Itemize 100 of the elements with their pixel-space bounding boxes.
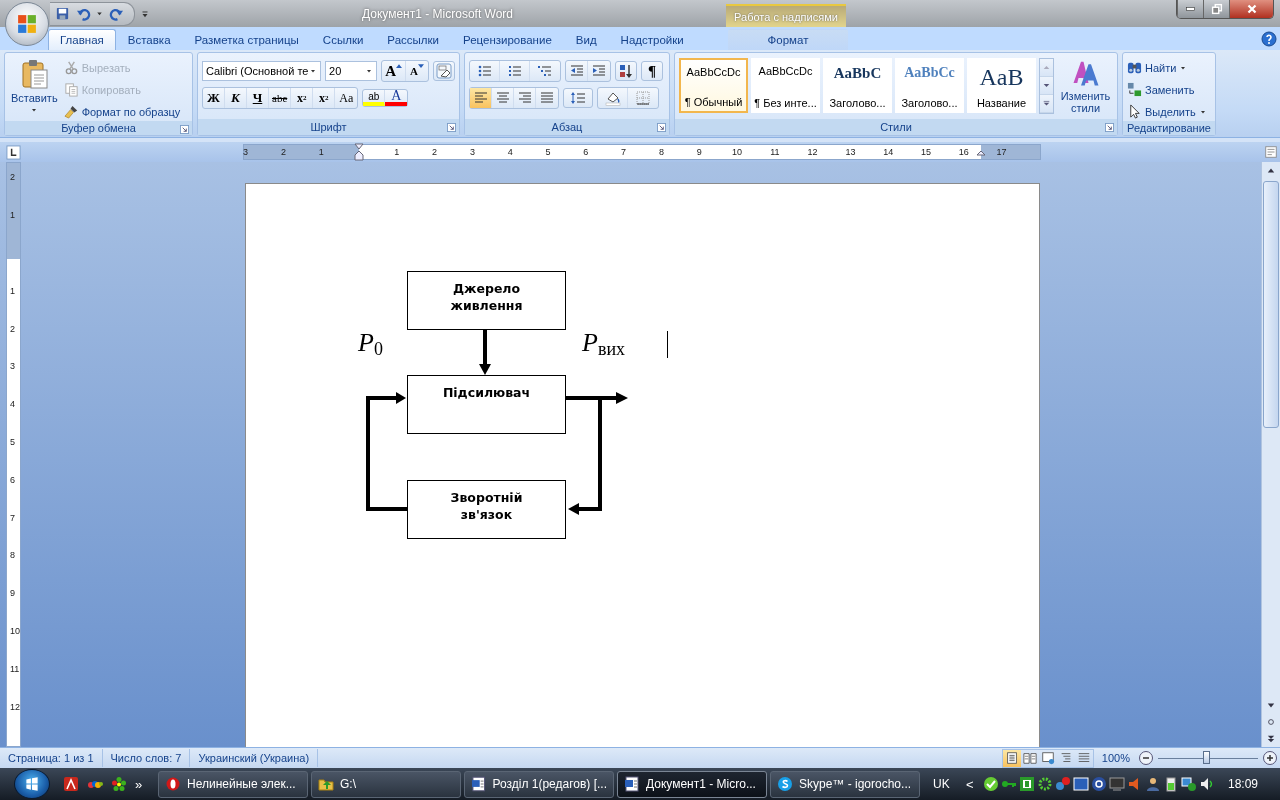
change-styles-button[interactable]: Изменить стили [1058,56,1113,119]
style-item[interactable]: AaB Название [967,58,1036,113]
close-button[interactable] [1229,0,1273,18]
font-name-field[interactable]: Calibri (Основной те [202,61,322,81]
status-item[interactable]: Украинский (Украина) [190,749,319,767]
diagram-block[interactable]: Зворотній зв'язок [407,480,566,539]
caret-icon [365,67,374,75]
highlight-button[interactable]: ab [363,90,386,106]
copy-icon [63,82,79,97]
brush-icon [63,104,79,119]
indent-marker-icon[interactable] [354,143,364,161]
language-indicator[interactable]: UK [933,777,963,791]
ribbon-tab[interactable]: Ссылки [310,29,376,50]
check-icon[interactable] [983,776,999,792]
network-icon[interactable] [1181,776,1197,792]
dialog-launcher-icon[interactable] [180,125,189,134]
taskbar-button[interactable]: G:\ [311,770,461,798]
help-button[interactable] [1261,30,1277,47]
diagram-block[interactable]: Джерело живлення [407,271,566,330]
flower-icon[interactable] [111,776,127,792]
status-item[interactable]: Страница: 1 из 1 [0,749,103,767]
dialog-launcher-icon[interactable] [657,123,666,132]
ribbon-tab[interactable]: Рассылки [375,29,451,50]
style-item[interactable]: AaBbCc Заголово... [895,58,964,113]
down-arrow-icon[interactable] [1267,700,1275,709]
ruler-number: 3 [10,361,15,372]
more-styles-button[interactable] [1040,95,1053,113]
start-button[interactable] [14,769,50,799]
font-style-button[interactable]: Ч [247,88,269,108]
vertical-scrollbar[interactable] [1261,162,1280,747]
tab-selector-button[interactable] [6,144,21,160]
diagram-block[interactable]: Підсилювач [407,375,566,434]
font-style-button[interactable]: К [225,88,247,108]
style-item[interactable]: AaBbC Заголово... [823,58,892,113]
paste-button[interactable]: Вставить [9,56,60,121]
up-arrow-icon[interactable] [1267,166,1275,175]
font-style-button[interactable]: Ж [203,88,225,108]
font-style-button[interactable]: Aa [335,88,358,108]
show-marks-button[interactable]: ¶ [641,61,663,81]
eraser-icon [436,63,452,79]
volume-icon[interactable] [1199,776,1215,792]
ruler-number: 7 [10,512,15,523]
undo-icon [75,6,91,21]
dialog-launcher-icon[interactable] [1105,123,1114,132]
clipboard-button[interactable]: Формат по образцу [63,102,181,121]
restore-button[interactable] [1203,0,1229,18]
align-button[interactable] [470,88,492,108]
ribbon-tab[interactable]: Разметка страницы [182,29,311,50]
ruler-number: 2 [280,147,286,157]
pdf-icon[interactable] [63,776,79,792]
zoom-level[interactable]: 100% [1097,752,1134,764]
page-view-icon [1004,751,1019,765]
ribbon-tab[interactable]: Надстройки [608,29,696,50]
style-item[interactable]: AaBbCcDc ¶ Без инте... [751,58,820,113]
dialog-launcher-icon[interactable] [447,123,456,132]
editing-button[interactable]: Выделить [1127,102,1207,121]
font-style-button[interactable]: abe [269,88,292,108]
scroll-down-button[interactable] [1040,77,1053,95]
ribbon-tab[interactable]: Вид [563,29,609,50]
view-ruler-button[interactable] [1264,145,1278,159]
ruler-number: 6 [583,147,589,157]
taskbar-button[interactable]: Розділ 1(редагов) [... [464,770,614,798]
overflow-button[interactable]: » [135,776,143,792]
taskbar-button[interactable]: Skype™ - igorocho... [770,770,920,798]
shrink-font-button[interactable]: A [406,61,428,81]
minimize-button[interactable] [1177,0,1203,18]
zoom-in-icon[interactable] [1262,750,1278,766]
font-size-field[interactable]: 20 [325,61,378,81]
editing-button[interactable]: Найти [1127,58,1207,77]
view-button[interactable] [1002,749,1021,767]
arrow [566,392,628,404]
bullet-list-icon [476,63,493,79]
document-icon [471,776,487,792]
line-spacing-button[interactable] [563,88,593,108]
clock[interactable]: 18:09 [1228,777,1259,791]
clear-format-button[interactable] [433,61,455,81]
ribbon-tab[interactable]: Рецензирование [451,29,564,50]
browse-object-icon[interactable] [1267,717,1275,726]
ruler-number: 8 [10,550,15,561]
grow-font-button[interactable]: A [382,61,406,81]
zoom-slider[interactable] [1158,750,1258,766]
taskbar-button[interactable]: Документ1 - Micro... [617,770,767,798]
editing-button[interactable]: Заменить [1127,80,1207,99]
context-tab[interactable]: Формат [728,29,848,50]
font-style-button[interactable]: x$^{2}$ [313,88,336,108]
font-color-button[interactable]: A [385,90,408,106]
office-button[interactable] [5,2,49,46]
user-icon[interactable] [1145,776,1161,792]
style-item[interactable]: AaBbCcDc ¶ Обычный [679,58,748,113]
show-hidden-icons-button[interactable]: < [966,776,980,792]
ribbon-tab[interactable]: Главная [48,29,116,50]
status-item[interactable]: Число слов: 7 [102,749,191,767]
formula-label: P$_{0}$ [358,328,383,360]
next-page-icon[interactable] [1267,734,1275,743]
zoom-out-icon[interactable] [1138,750,1154,766]
power-icon[interactable] [1163,776,1179,792]
taskbar-button[interactable]: Нелинейные элек... [158,770,308,798]
ribbon-tab[interactable]: Вставка [115,29,183,50]
sort-button[interactable] [615,61,637,81]
formula-label: P$_{вих}$ [582,328,626,360]
